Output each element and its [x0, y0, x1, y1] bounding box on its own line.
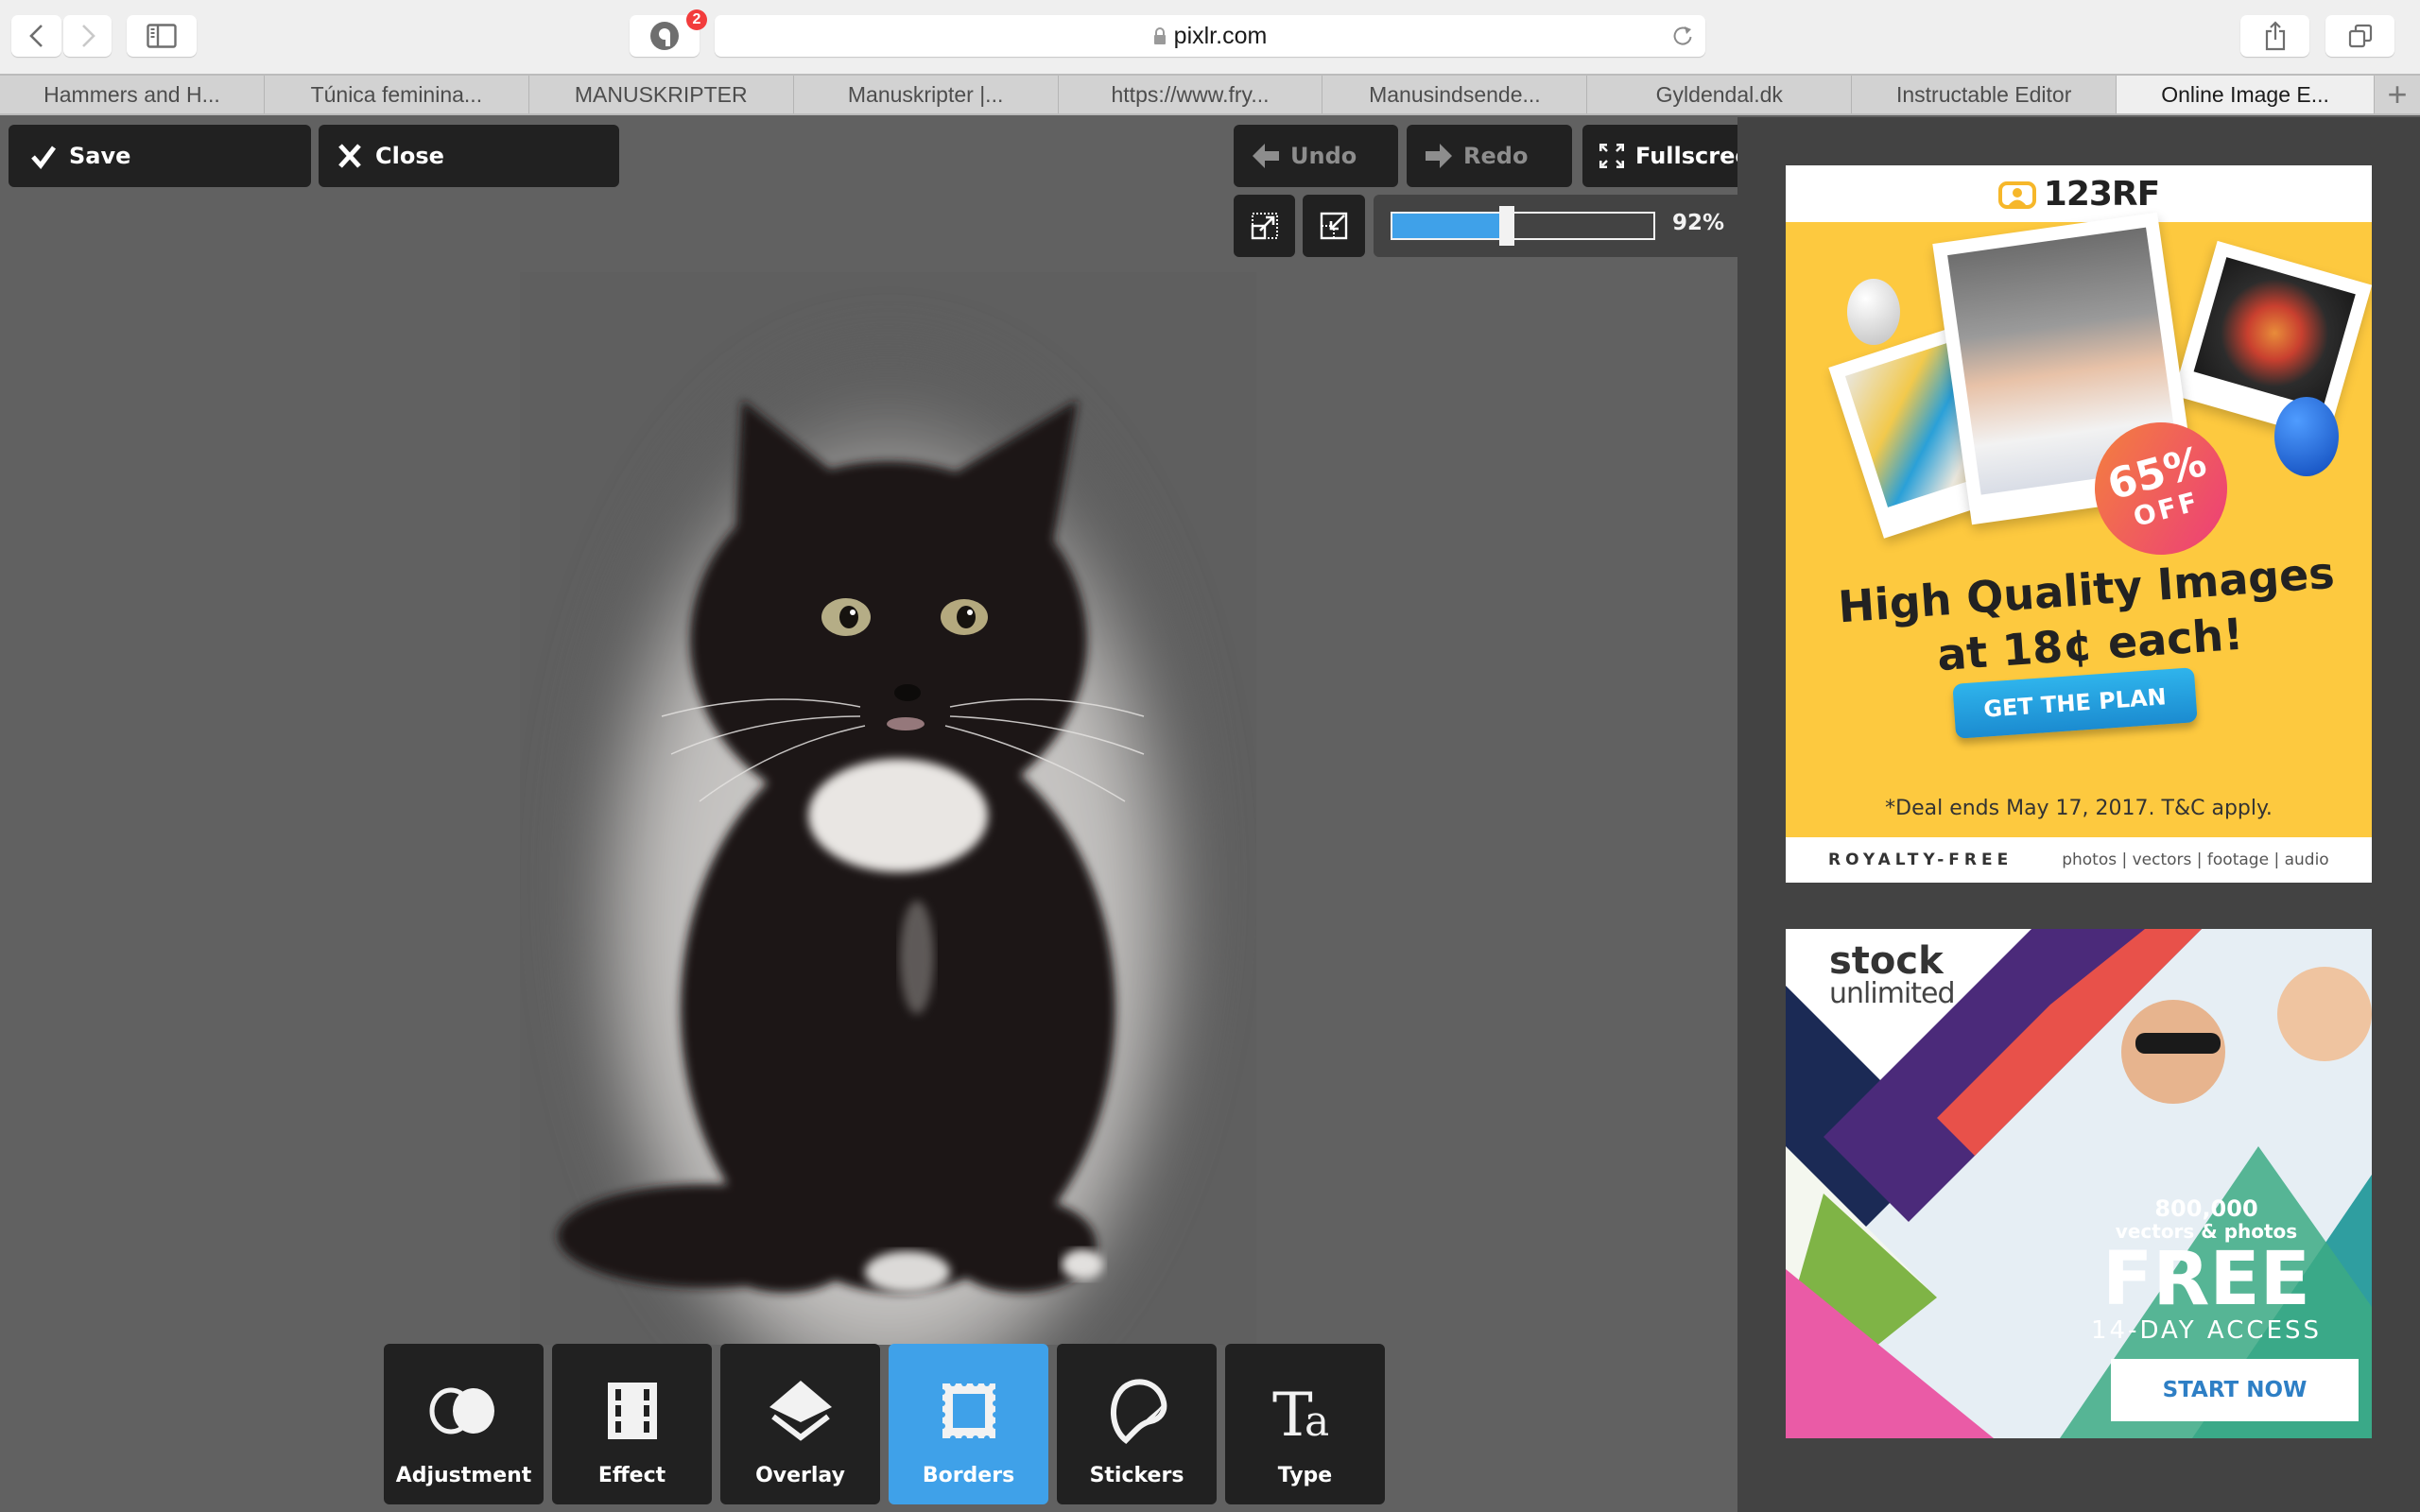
layers-icon: [769, 1381, 832, 1441]
ad-balloon-white: [1847, 279, 1900, 345]
tool-overlay[interactable]: Overlay: [720, 1344, 880, 1504]
sidebar-toggle-button[interactable]: [127, 15, 197, 57]
ad-123rf[interactable]: 123RF 65% OFF High Quality Images at 18¢…: [1786, 165, 2372, 883]
zoom-slider-fill: [1392, 214, 1508, 238]
ad-sidebar: 123RF 65% OFF High Quality Images at 18¢…: [1737, 117, 2420, 1512]
zoom-percentage: 92%: [1671, 211, 1724, 235]
tab-gyldendal[interactable]: Gyldendal.dk: [1587, 76, 1853, 113]
zoom-slider-thumb[interactable]: [1499, 206, 1515, 246]
shrink-icon: [1320, 212, 1348, 240]
share-icon: [2265, 21, 2285, 51]
ad-photo-food: [2172, 240, 2372, 440]
extension-button[interactable]: 2: [630, 9, 707, 57]
zoom-fit-button[interactable]: [1234, 195, 1295, 257]
ad-123rf-headline: High Quality Images at 18¢ each!: [1836, 546, 2337, 681]
undo-button[interactable]: Undo: [1234, 125, 1398, 187]
tab-hammers[interactable]: Hammers and H...: [0, 76, 265, 113]
start-now-button[interactable]: START NOW: [2111, 1359, 2359, 1421]
svg-text:a: a: [1305, 1398, 1329, 1441]
tab-manusindsende[interactable]: Manusindsende...: [1322, 76, 1588, 113]
zoom-actual-button[interactable]: [1303, 195, 1365, 257]
image-canvas[interactable]: [520, 272, 1256, 1345]
kitten-chest: [808, 759, 988, 872]
chevron-left-icon: [28, 25, 43, 47]
close-button[interactable]: Close: [319, 125, 619, 187]
ad-123rf-fineprint: *Deal ends May 17, 2017. T&C apply.: [1885, 797, 2273, 820]
ad-stock-count: 800,000: [2154, 1195, 2258, 1222]
forward-button[interactable]: [63, 15, 112, 57]
ad-123rf-brand: 123RF: [2043, 174, 2160, 214]
tab-manuskripter[interactable]: Manuskripter |...: [794, 76, 1059, 113]
fullscreen-icon: [1599, 144, 1624, 168]
extension-icon: [650, 22, 679, 50]
expand-icon: [1251, 213, 1278, 240]
tool-type[interactable]: T a Type: [1225, 1344, 1385, 1504]
save-button[interactable]: Save: [9, 125, 311, 187]
address-bar[interactable]: pixlr.com: [715, 15, 1705, 57]
sticker-icon: [1110, 1379, 1167, 1444]
tab-fry[interactable]: https://www.fry...: [1059, 76, 1323, 113]
zoom-slider[interactable]: [1391, 206, 1655, 246]
tool-borders[interactable]: Borders: [889, 1344, 1048, 1504]
sidebar-icon: [147, 24, 177, 48]
ad-stock-unlimited[interactable]: stock unlimited 800,000 vectors & photos…: [1786, 929, 2372, 1438]
film-icon: [607, 1383, 657, 1439]
share-button[interactable]: [2240, 15, 2309, 57]
tool-bar: Adjustment Effect Overlay Borders Sticke…: [384, 1344, 1385, 1504]
ad-123rf-footer: ROYALTY-FREE photos | vectors | footage …: [1786, 837, 2372, 883]
ad-123rf-header: 123RF: [1786, 165, 2372, 222]
tab-manuskripter-upper[interactable]: MANUSKRIPTER: [529, 76, 794, 113]
back-button[interactable]: [11, 15, 61, 57]
ad-balloon-blue: [2274, 397, 2339, 476]
arrow-left-icon: [1253, 144, 1279, 168]
checkmark-icon: [31, 146, 57, 169]
extension-badge: 2: [686, 9, 707, 30]
ad-stock-access: 14-DAY ACCESS: [2090, 1316, 2323, 1345]
url-text: pixlr.com: [1173, 22, 1268, 49]
type-icon: T a: [1272, 1381, 1329, 1441]
tab-tunica[interactable]: Túnica feminina...: [265, 76, 529, 113]
ad-stock-headline: FREE: [2102, 1237, 2310, 1322]
reload-icon[interactable]: [1671, 24, 1694, 48]
close-icon: [338, 144, 361, 168]
new-tab-button[interactable]: +: [2375, 76, 2420, 113]
tabs-overview-button[interactable]: [2325, 15, 2394, 57]
editor-workspace: Save Close Undo Redo Fullscreen: [0, 117, 1737, 1512]
fullscreen-button[interactable]: Fullscreen: [1582, 125, 1737, 187]
tabs-overview-icon: [2348, 24, 2372, 48]
tab-instructable-editor[interactable]: Instructable Editor: [1852, 76, 2118, 113]
redo-button[interactable]: Redo: [1407, 125, 1572, 187]
kitten-photo: [520, 272, 1256, 1345]
chevron-right-icon: [81, 25, 95, 47]
tool-stickers[interactable]: Stickers: [1057, 1344, 1217, 1504]
browser-toolbar: 2 pixlr.com: [0, 0, 2420, 74]
tool-adjustment[interactable]: Adjustment: [384, 1344, 544, 1504]
tab-online-image-editor[interactable]: Online Image E...: [2117, 76, 2376, 113]
tab-bar: Hammers and H... Túnica feminina... MANU…: [0, 74, 2420, 115]
tool-effect[interactable]: Effect: [552, 1344, 712, 1504]
ad-stock-logo: stock unlimited: [1829, 939, 1956, 1010]
lock-icon: [1153, 27, 1166, 44]
arrow-right-icon: [1426, 144, 1452, 168]
adjustment-icon: [429, 1387, 494, 1435]
zoom-control: 92%: [1374, 195, 1737, 257]
stamp-border-icon: [939, 1381, 998, 1441]
camera-person-icon: [1997, 181, 2036, 209]
